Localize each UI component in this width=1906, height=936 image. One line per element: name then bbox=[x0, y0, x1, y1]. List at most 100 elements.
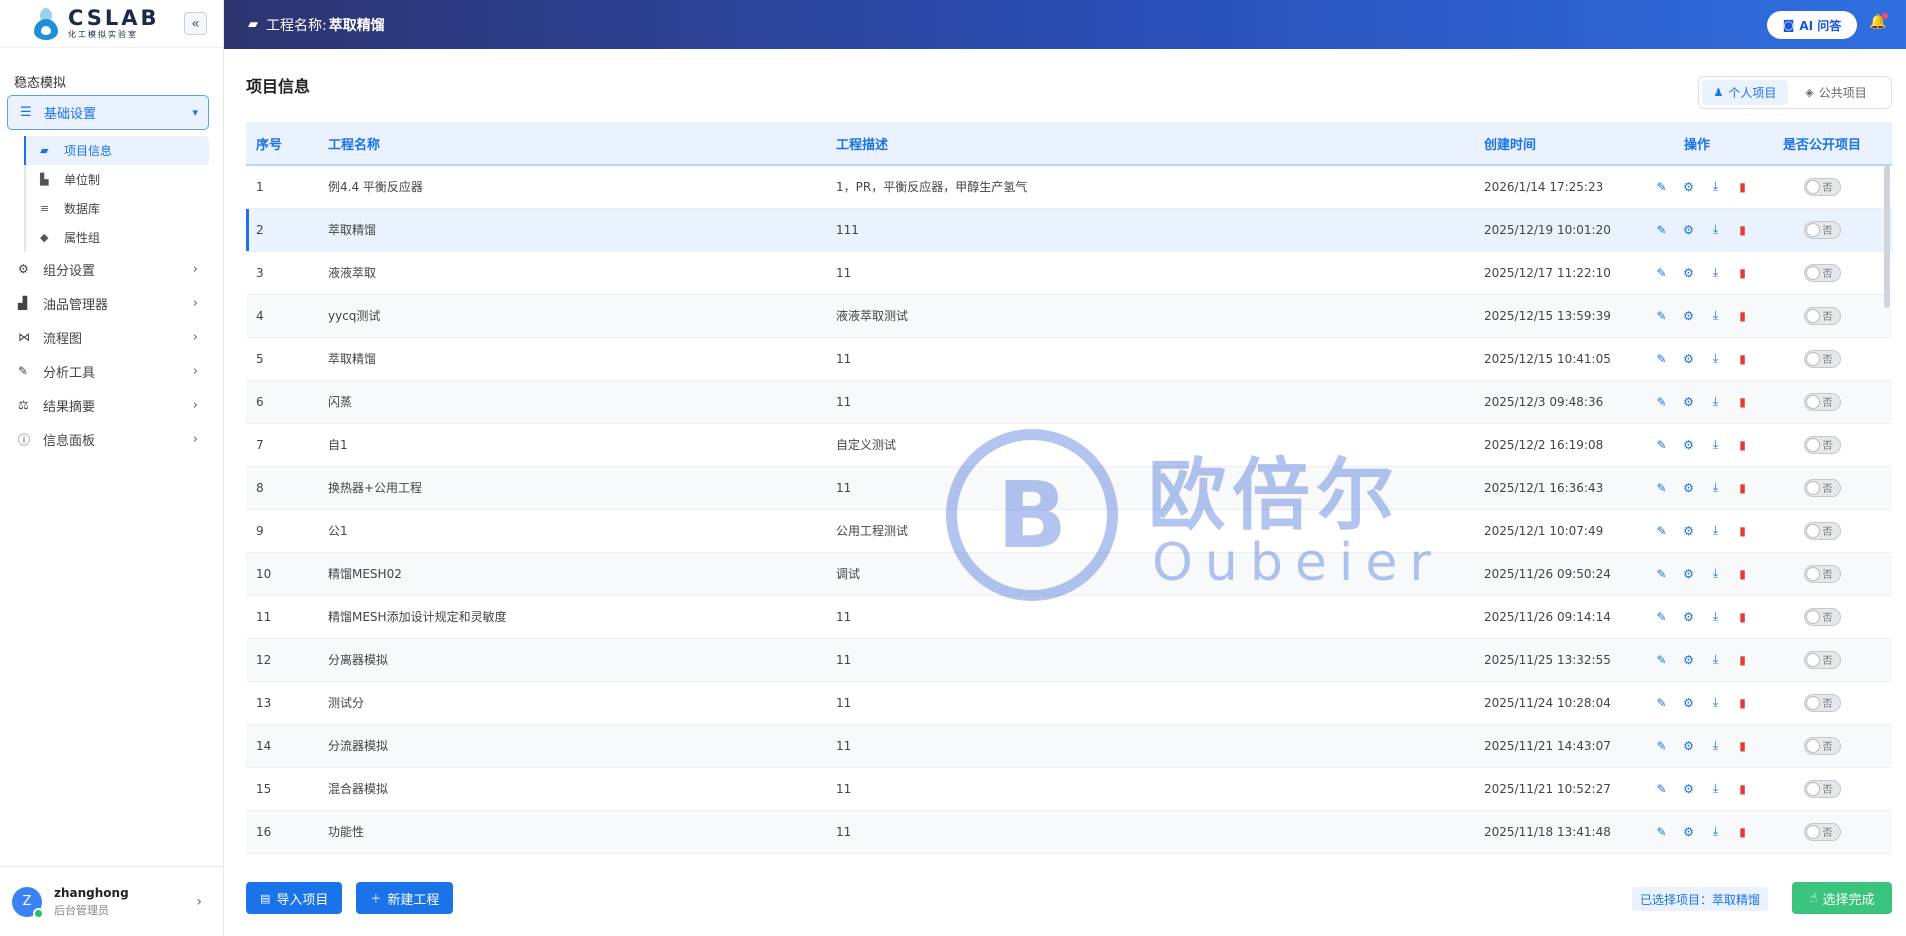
gear-icon[interactable]: ⚙ bbox=[1681, 308, 1696, 323]
sidebar-item-components[interactable]: ⚙ 组分设置 › bbox=[0, 252, 224, 286]
trash-icon[interactable]: ▮ bbox=[1735, 609, 1750, 624]
public-toggle[interactable]: 否 bbox=[1803, 220, 1841, 239]
trash-icon[interactable]: ▮ bbox=[1735, 179, 1750, 194]
download-icon[interactable]: ⤓ bbox=[1708, 566, 1723, 581]
edit-icon[interactable]: ✎ bbox=[1654, 824, 1669, 839]
public-toggle[interactable]: 否 bbox=[1803, 177, 1841, 196]
gear-icon[interactable]: ⚙ bbox=[1681, 609, 1696, 624]
edit-icon[interactable]: ✎ bbox=[1654, 738, 1669, 753]
gear-icon[interactable]: ⚙ bbox=[1681, 351, 1696, 366]
table-row[interactable]: 11 精馏MESH添加设计规定和灵敏度 11 2025/11/26 09:14:14 ✎… bbox=[246, 595, 1892, 639]
gear-icon[interactable]: ⚙ bbox=[1681, 652, 1696, 667]
public-toggle[interactable]: 否 bbox=[1803, 779, 1841, 798]
download-icon[interactable]: ⤓ bbox=[1708, 394, 1723, 409]
ai-qa-button[interactable]: ◙ AI 问答 bbox=[1767, 11, 1857, 39]
edit-icon[interactable]: ✎ bbox=[1654, 652, 1669, 667]
trash-icon[interactable]: ▮ bbox=[1735, 437, 1750, 452]
trash-icon[interactable]: ▮ bbox=[1735, 308, 1750, 323]
download-icon[interactable]: ⤓ bbox=[1708, 179, 1723, 194]
table-row[interactable]: 6 闪蒸 11 2025/12/3 09:48:36 ✎ ⚙ ⤓ ▮ 否 bbox=[246, 380, 1892, 424]
download-icon[interactable]: ⤓ bbox=[1708, 609, 1723, 624]
gear-icon[interactable]: ⚙ bbox=[1681, 179, 1696, 194]
trash-icon[interactable]: ▮ bbox=[1735, 222, 1750, 237]
edit-icon[interactable]: ✎ bbox=[1654, 351, 1669, 366]
user-card[interactable]: Z zhanghong 后台管理员 › bbox=[0, 866, 224, 936]
table-row[interactable]: 5 萃取精馏 11 2025/12/15 10:41:05 ✎ ⚙ ⤓ ▮ 否 bbox=[246, 337, 1892, 381]
download-icon[interactable]: ⤓ bbox=[1708, 738, 1723, 753]
sidebar-item-info-panel[interactable]: ⓘ 信息面板 › bbox=[0, 422, 224, 456]
subnav-item-property-sets[interactable]: ◆ 属性组 bbox=[24, 223, 209, 252]
gear-icon[interactable]: ⚙ bbox=[1681, 695, 1696, 710]
trash-icon[interactable]: ▮ bbox=[1735, 824, 1750, 839]
download-icon[interactable]: ⤓ bbox=[1708, 437, 1723, 452]
trash-icon[interactable]: ▮ bbox=[1735, 394, 1750, 409]
gear-icon[interactable]: ⚙ bbox=[1681, 222, 1696, 237]
edit-icon[interactable]: ✎ bbox=[1654, 523, 1669, 538]
select-done-button[interactable]: ☝ 选择完成 bbox=[1792, 882, 1892, 914]
import-project-button[interactable]: ▤ 导入项目 bbox=[246, 882, 343, 914]
table-row[interactable]: 12 分离器模拟 11 2025/11/25 13:32:55 ✎ ⚙ ⤓ ▮ 否 bbox=[246, 638, 1892, 682]
download-icon[interactable]: ⤓ bbox=[1708, 781, 1723, 796]
gear-icon[interactable]: ⚙ bbox=[1681, 566, 1696, 581]
edit-icon[interactable]: ✎ bbox=[1654, 265, 1669, 280]
download-icon[interactable]: ⤓ bbox=[1708, 308, 1723, 323]
public-toggle[interactable]: 否 bbox=[1803, 478, 1841, 497]
trash-icon[interactable]: ▮ bbox=[1735, 738, 1750, 753]
gear-icon[interactable]: ⚙ bbox=[1681, 523, 1696, 538]
public-toggle[interactable]: 否 bbox=[1803, 349, 1841, 368]
edit-icon[interactable]: ✎ bbox=[1654, 222, 1669, 237]
sidebar-item-flowsheet[interactable]: ⋈ 流程图 › bbox=[0, 320, 224, 354]
sidebar-item-oil-manager[interactable]: ▟ 油品管理器 › bbox=[0, 286, 224, 320]
table-row[interactable]: 7 自1 自定义测试 2025/12/2 16:19:08 ✎ ⚙ ⤓ ▮ 否 bbox=[246, 423, 1892, 467]
public-toggle[interactable]: 否 bbox=[1803, 435, 1841, 454]
trash-icon[interactable]: ▮ bbox=[1735, 351, 1750, 366]
trash-icon[interactable]: ▮ bbox=[1735, 566, 1750, 581]
edit-icon[interactable]: ✎ bbox=[1654, 695, 1669, 710]
public-toggle[interactable]: 否 bbox=[1803, 263, 1841, 282]
trash-icon[interactable]: ▮ bbox=[1735, 523, 1750, 538]
public-toggle[interactable]: 否 bbox=[1803, 736, 1841, 755]
download-icon[interactable]: ⤓ bbox=[1708, 695, 1723, 710]
table-row[interactable]: 9 公1 公用工程测试 2025/12/1 10:07:49 ✎ ⚙ ⤓ ▮ 否 bbox=[246, 509, 1892, 553]
download-icon[interactable]: ⤓ bbox=[1708, 222, 1723, 237]
gear-icon[interactable]: ⚙ bbox=[1681, 781, 1696, 796]
table-row[interactable]: 10 精馏MESH02 调试 2025/11/26 09:50:24 ✎ ⚙ ⤓ ▮ 否 bbox=[246, 552, 1892, 596]
public-toggle[interactable]: 否 bbox=[1803, 392, 1841, 411]
trash-icon[interactable]: ▮ bbox=[1735, 265, 1750, 280]
table-row[interactable]: 4 yycq测试 液液萃取测试 2025/12/15 13:59:39 ✎ ⚙ ⤓ ▮ 否 bbox=[246, 294, 1892, 338]
public-toggle[interactable]: 否 bbox=[1803, 693, 1841, 712]
public-toggle[interactable]: 否 bbox=[1803, 650, 1841, 669]
edit-icon[interactable]: ✎ bbox=[1654, 566, 1669, 581]
nav-group-basic-settings[interactable]: ☰ 基础设置 ▾ bbox=[7, 95, 209, 130]
table-scrollbar[interactable] bbox=[1884, 165, 1890, 308]
public-toggle[interactable]: 否 bbox=[1803, 564, 1841, 583]
collapse-sidebar-button[interactable]: « bbox=[184, 12, 207, 35]
download-icon[interactable]: ⤓ bbox=[1708, 265, 1723, 280]
trash-icon[interactable]: ▮ bbox=[1735, 781, 1750, 796]
download-icon[interactable]: ⤓ bbox=[1708, 523, 1723, 538]
gear-icon[interactable]: ⚙ bbox=[1681, 437, 1696, 452]
edit-icon[interactable]: ✎ bbox=[1654, 781, 1669, 796]
tab-public-projects[interactable]: ◈ 公共项目 bbox=[1788, 80, 1884, 105]
trash-icon[interactable]: ▮ bbox=[1735, 652, 1750, 667]
table-row[interactable]: 8 换热器+公用工程 11 2025/12/1 16:36:43 ✎ ⚙ ⤓ ▮ 否 bbox=[246, 466, 1892, 510]
table-row[interactable]: 16 功能性 11 2025/11/18 13:41:48 ✎ ⚙ ⤓ ▮ 否 bbox=[246, 810, 1892, 854]
download-icon[interactable]: ⤓ bbox=[1708, 652, 1723, 667]
gear-icon[interactable]: ⚙ bbox=[1681, 824, 1696, 839]
subnav-item-database[interactable]: ≡ 数据库 bbox=[24, 194, 209, 223]
download-icon[interactable]: ⤓ bbox=[1708, 480, 1723, 495]
download-icon[interactable]: ⤓ bbox=[1708, 351, 1723, 366]
public-toggle[interactable]: 否 bbox=[1803, 521, 1841, 540]
gear-icon[interactable]: ⚙ bbox=[1681, 480, 1696, 495]
public-toggle[interactable]: 否 bbox=[1803, 822, 1841, 841]
edit-icon[interactable]: ✎ bbox=[1654, 480, 1669, 495]
gear-icon[interactable]: ⚙ bbox=[1681, 738, 1696, 753]
edit-icon[interactable]: ✎ bbox=[1654, 394, 1669, 409]
table-row[interactable]: 15 混合器模拟 11 2025/11/21 10:52:27 ✎ ⚙ ⤓ ▮ 否 bbox=[246, 767, 1892, 811]
edit-icon[interactable]: ✎ bbox=[1654, 179, 1669, 194]
table-row[interactable]: 3 液液萃取 11 2025/12/17 11:22:10 ✎ ⚙ ⤓ ▮ 否 bbox=[246, 251, 1892, 295]
tab-personal-projects[interactable]: ♟ 个人项目 bbox=[1702, 80, 1788, 105]
download-icon[interactable]: ⤓ bbox=[1708, 824, 1723, 839]
subnav-item-units[interactable]: ▙ 单位制 bbox=[24, 165, 209, 194]
edit-icon[interactable]: ✎ bbox=[1654, 609, 1669, 624]
